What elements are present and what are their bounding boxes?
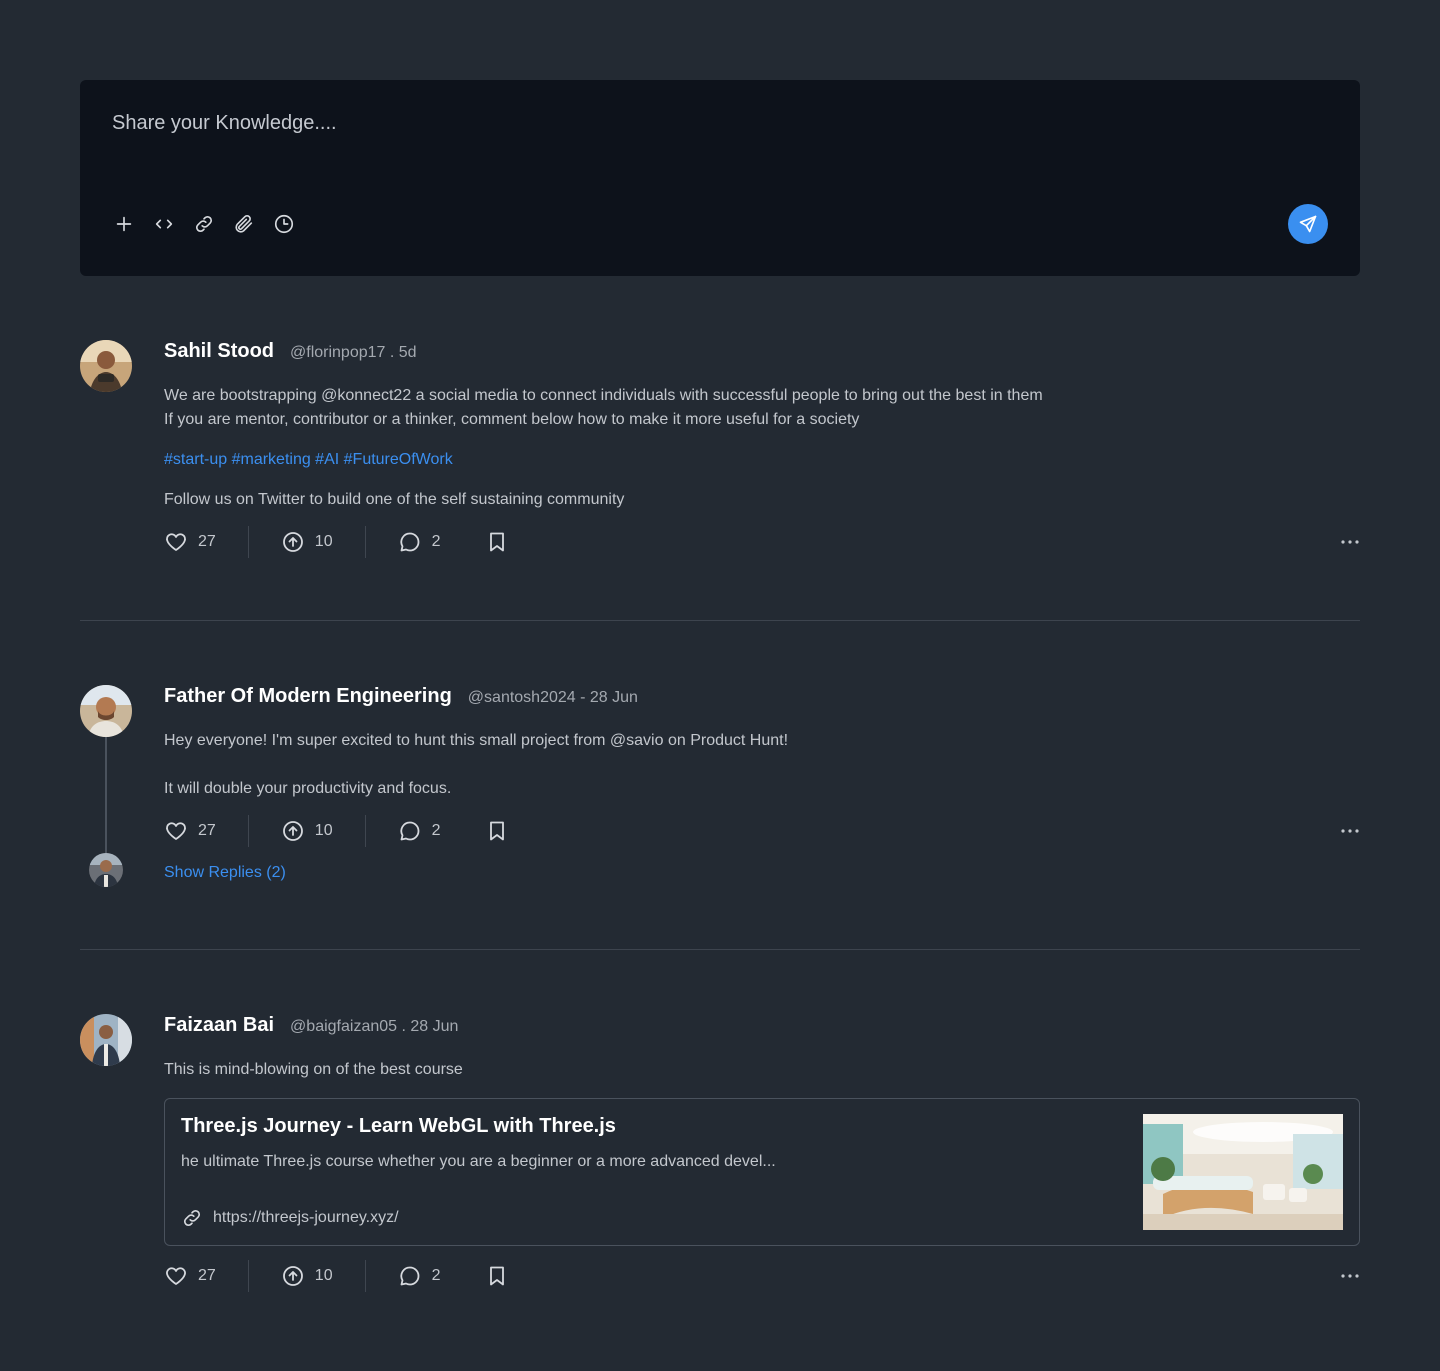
like-count: 27 — [198, 822, 216, 839]
action-divider — [247, 526, 249, 558]
like-count: 27 — [198, 1267, 216, 1284]
comment-count: 2 — [431, 1267, 441, 1284]
comment-button[interactable]: 2 — [398, 1264, 441, 1288]
link-preview-description: he ultimate Three.js course whether you … — [181, 1153, 776, 1170]
ellipsis-icon — [1341, 829, 1359, 833]
like-button[interactable]: 27 — [164, 530, 216, 554]
bookmark-button[interactable] — [485, 1264, 509, 1288]
upvote-button[interactable]: 10 — [281, 530, 333, 554]
action-divider — [364, 815, 366, 847]
send-button[interactable] — [1288, 204, 1328, 244]
bookmark-button[interactable] — [485, 530, 509, 554]
like-count: 27 — [198, 533, 216, 550]
post-body: Father Of Modern Engineering @santosh202… — [164, 685, 1360, 881]
arrow-up-circle-icon — [282, 532, 303, 552]
post-actions: 27 10 2 — [164, 1260, 1360, 1292]
clock-icon[interactable] — [272, 212, 296, 236]
post-actions: 27 10 2 — [164, 815, 1360, 847]
comment-button[interactable]: 2 — [398, 819, 441, 843]
heart-icon — [166, 1267, 186, 1285]
avatar[interactable] — [80, 1014, 132, 1066]
action-divider — [247, 1260, 249, 1292]
more-options-button[interactable] — [1340, 532, 1360, 552]
post-actions: 27 10 2 — [164, 526, 1360, 558]
more-options-button[interactable] — [1340, 821, 1360, 841]
upvote-count: 10 — [314, 533, 333, 550]
post: Sahil Stood @florinpop17 . 5d We are boo… — [80, 340, 1360, 560]
link-preview-url[interactable]: https://threejs-journey.xyz/ — [181, 1207, 399, 1229]
post-text: This is mind-blowing on of the best cour… — [164, 1061, 463, 1078]
reply-avatar[interactable] — [89, 853, 123, 887]
bookmark-icon — [489, 821, 504, 841]
link-preview-thumbnail — [1143, 1114, 1343, 1230]
avatar[interactable] — [80, 685, 132, 737]
composer-toolbar — [112, 212, 296, 236]
post: Faizaan Bai @baigfaizan05 . 28 Jun This … — [80, 1014, 1360, 1304]
action-divider — [364, 1260, 366, 1292]
post-meta: @florinpop17 . 5d — [290, 344, 417, 361]
author-name[interactable]: Faizaan Bai — [164, 1014, 274, 1037]
more-options-button[interactable] — [1340, 1266, 1360, 1286]
upvote-button[interactable]: 10 — [281, 819, 333, 843]
bookmark-button[interactable] — [485, 819, 509, 843]
thread-line — [105, 737, 107, 853]
upvote-count: 10 — [314, 1267, 333, 1284]
bookmark-icon — [489, 532, 504, 552]
post-meta: @santosh2024 - 28 Jun — [467, 689, 638, 706]
arrow-up-circle-icon — [282, 821, 303, 841]
comment-icon — [400, 532, 419, 552]
action-divider — [364, 526, 366, 558]
comment-icon — [400, 821, 419, 841]
like-button[interactable]: 27 — [164, 1264, 216, 1288]
author-name[interactable]: Father Of Modern Engineering — [164, 685, 452, 708]
like-button[interactable]: 27 — [164, 819, 216, 843]
author-name[interactable]: Sahil Stood — [164, 340, 274, 363]
post: Father Of Modern Engineering @santosh202… — [80, 685, 1360, 895]
avatar[interactable] — [80, 340, 132, 392]
link-icon — [183, 1209, 201, 1227]
upvote-button[interactable]: 10 — [281, 1264, 333, 1288]
post-text: We are bootstrapping @konnect22 a social… — [164, 384, 1360, 432]
post-composer — [80, 80, 1360, 276]
link-preview-url-text: https://threejs-journey.xyz/ — [213, 1209, 399, 1226]
post-header: Father Of Modern Engineering @santosh202… — [164, 685, 1360, 713]
link-preview-card[interactable]: Three.js Journey - Learn WebGL with Thre… — [164, 1098, 1360, 1246]
post-text-line: If you are mentor, contributor or a thin… — [164, 411, 860, 428]
comment-count: 2 — [431, 822, 441, 839]
post-header: Sahil Stood @florinpop17 . 5d — [164, 340, 1360, 368]
comment-button[interactable]: 2 — [398, 530, 441, 554]
post-hashtags[interactable]: #start-up #marketing #AI #FutureOfWork — [164, 448, 1360, 472]
plus-icon[interactable] — [112, 212, 136, 236]
link-preview-title: Three.js Journey - Learn WebGL with Thre… — [181, 1115, 616, 1137]
link-icon[interactable] — [192, 212, 216, 236]
post-body: Faizaan Bai @baigfaizan05 . 28 Jun This … — [164, 1014, 1360, 1292]
post-text-line: Hey everyone! I'm super excited to hunt … — [164, 732, 789, 749]
heart-icon — [166, 822, 186, 840]
comment-icon — [400, 1266, 419, 1286]
composer-input[interactable] — [112, 112, 1212, 135]
post-meta: @baigfaizan05 . 28 Jun — [290, 1018, 459, 1035]
send-icon — [1299, 215, 1317, 233]
post-body: Sahil Stood @florinpop17 . 5d We are boo… — [164, 340, 1360, 558]
heart-icon — [166, 533, 186, 551]
post-divider — [80, 949, 1360, 950]
show-replies-link[interactable]: Show Replies (2) — [164, 864, 286, 882]
action-divider — [247, 815, 249, 847]
code-icon[interactable] — [152, 212, 176, 236]
ellipsis-icon — [1341, 1274, 1359, 1278]
paperclip-icon[interactable] — [232, 212, 256, 236]
upvote-count: 10 — [314, 822, 333, 839]
post-divider — [80, 620, 1360, 621]
ellipsis-icon — [1341, 540, 1359, 544]
post-text-line: We are bootstrapping @konnect22 a social… — [164, 387, 1043, 404]
arrow-up-circle-icon — [282, 1266, 303, 1286]
comment-count: 2 — [431, 533, 441, 550]
post-footer-text: Follow us on Twitter to build one of the… — [164, 491, 625, 508]
post-text-line: It will double your productivity and foc… — [164, 780, 452, 797]
post-header: Faizaan Bai @baigfaizan05 . 28 Jun — [164, 1014, 1360, 1042]
bookmark-icon — [489, 1266, 504, 1286]
